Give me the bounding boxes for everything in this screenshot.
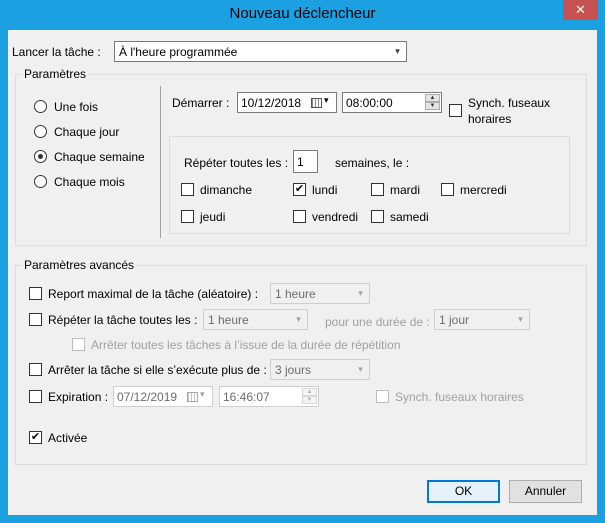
stop-if-checkbox[interactable]	[29, 363, 42, 376]
sync-timezones-text: Synch. fuseaux horaires	[468, 96, 551, 126]
expiration-date-value: 07/12/2019	[117, 390, 178, 404]
max-delay-label: Report maximal de la tâche (aléatoire) :	[48, 287, 259, 301]
day-label-mardi: mardi	[390, 183, 421, 197]
duration-value: 1 jour	[439, 313, 470, 327]
advanced-title: Paramètres avancés	[22, 258, 137, 272]
start-time-field[interactable]: 08:00:00 ▲ ▼	[342, 92, 442, 113]
start-time-spinner[interactable]: ▲ ▼	[425, 94, 440, 111]
day-checkbox-vendredi[interactable]	[293, 210, 306, 223]
chevron-down-icon: ▾	[395, 46, 400, 56]
spin-down-icon[interactable]: ▼	[302, 396, 317, 404]
expiration-sync-checkbox[interactable]	[376, 390, 389, 403]
dialog-body: Lancer la tâche : À l'heure programmée ▾…	[8, 30, 597, 515]
day-label-vendredi: vendredi	[312, 210, 359, 224]
repeat-task-label: Répéter la tâche toutes les :	[48, 313, 198, 327]
radio-selected-dot	[38, 154, 43, 159]
day-label-jeudi: jeudi	[200, 210, 226, 224]
title-bar[interactable]: Nouveau déclencheur ✕	[0, 0, 605, 30]
day-checkbox-mercredi[interactable]	[441, 183, 454, 196]
chevron-down-icon[interactable]: ▾	[200, 389, 205, 400]
start-time-value: 08:00:00	[346, 96, 393, 110]
stop-all-label: Arrêter toutes les tâches à l’issue de l…	[91, 338, 401, 352]
day-label-dimanche: dimanche	[200, 183, 253, 197]
day-checkbox-jeudi[interactable]	[181, 210, 194, 223]
expiration-time-spinner[interactable]: ▲ ▼	[302, 388, 317, 405]
chevron-down-icon: ▾	[296, 314, 301, 324]
expiration-time-value: 16:46:07	[223, 390, 270, 404]
day-checkbox-lundi[interactable]: ✔	[293, 183, 306, 196]
enabled-label: Activée	[48, 431, 88, 445]
repeat-weeks-value: 1	[297, 155, 304, 169]
day-checkbox-mardi[interactable]	[371, 183, 384, 196]
max-delay-checkbox[interactable]	[29, 287, 42, 300]
spin-up-icon[interactable]: ▲	[302, 388, 317, 396]
close-button[interactable]: ✕	[563, 0, 598, 20]
parametres-title: Paramètres	[22, 67, 89, 81]
day-label-lundi: lundi	[312, 183, 338, 197]
max-delay-value: 1 heure	[275, 287, 316, 301]
expiration-sync-label: Synch. fuseaux horaires	[395, 390, 524, 404]
chevron-down-icon[interactable]: ▾	[324, 95, 329, 106]
check-icon: ✔	[294, 183, 305, 195]
radio-chaque-mois[interactable]	[34, 175, 47, 188]
calendar-icon[interactable]	[187, 392, 198, 402]
repeat-unit-label: semaines, le :	[335, 156, 410, 170]
duration-select[interactable]: 1 jour ▾	[434, 309, 530, 330]
stop-if-label: Arrêter la tâche si elle s’exécute plus …	[48, 363, 267, 377]
radio-chaque-jour[interactable]	[34, 125, 47, 138]
radio-une-fois-label: Une fois	[54, 100, 99, 114]
expiration-date-picker[interactable]: 07/12/2019 ▾	[113, 386, 213, 407]
launch-select[interactable]: À l'heure programmée ▾	[114, 41, 407, 62]
cancel-button[interactable]: Annuler	[509, 480, 582, 503]
close-icon: ✕	[575, 2, 586, 17]
start-label: Démarrer :	[172, 96, 230, 110]
repeat-task-value: 1 heure	[208, 313, 249, 327]
expiration-checkbox[interactable]	[29, 390, 42, 403]
dialog-window: Nouveau déclencheur ✕ Lancer la tâche : …	[0, 0, 605, 523]
start-date-picker[interactable]: 10/12/2018 ▾	[237, 92, 337, 113]
radio-chaque-mois-label: Chaque mois	[54, 175, 125, 189]
stop-if-select[interactable]: 3 jours ▾	[270, 359, 370, 380]
duration-label: pour une durée de :	[325, 315, 430, 329]
radio-chaque-semaine[interactable]	[34, 150, 47, 163]
day-checkbox-dimanche[interactable]	[181, 183, 194, 196]
check-icon: ✔	[30, 431, 41, 443]
spin-up-icon[interactable]: ▲	[425, 94, 440, 102]
radio-chaque-jour-label: Chaque jour	[54, 125, 120, 139]
window-title: Nouveau déclencheur	[229, 5, 376, 22]
repeat-task-checkbox[interactable]	[29, 313, 42, 326]
start-date-value: 10/12/2018	[241, 96, 302, 110]
repeat-task-select[interactable]: 1 heure ▾	[203, 309, 308, 330]
stop-if-value: 3 jours	[275, 363, 312, 377]
expiration-label: Expiration :	[48, 390, 109, 404]
chevron-down-icon: ▾	[358, 364, 363, 374]
launch-label: Lancer la tâche :	[12, 45, 101, 59]
day-label-mercredi: mercredi	[460, 183, 507, 197]
vertical-divider	[160, 86, 161, 238]
expiration-time-field[interactable]: 16:46:07 ▲ ▼	[219, 386, 319, 407]
stop-all-checkbox[interactable]	[72, 338, 85, 351]
repeat-label: Répéter toutes les :	[184, 156, 289, 170]
calendar-icon[interactable]	[311, 98, 322, 108]
spin-down-icon[interactable]: ▼	[425, 102, 440, 110]
enabled-checkbox[interactable]: ✔	[29, 431, 42, 444]
max-delay-select[interactable]: 1 heure ▾	[270, 283, 370, 304]
sync-timezones-label: Synch. fuseaux horaires	[468, 95, 558, 127]
sync-timezones-checkbox[interactable]	[449, 104, 462, 117]
radio-chaque-semaine-label: Chaque semaine	[54, 150, 145, 164]
radio-une-fois[interactable]	[34, 100, 47, 113]
ok-button[interactable]: OK	[427, 480, 500, 503]
launch-select-value: À l'heure programmée	[119, 45, 238, 59]
chevron-down-icon: ▾	[358, 288, 363, 298]
repeat-weeks-input[interactable]: 1	[293, 150, 318, 173]
day-checkbox-samedi[interactable]	[371, 210, 384, 223]
chevron-down-icon: ▾	[518, 314, 523, 324]
day-label-samedi: samedi	[390, 210, 429, 224]
